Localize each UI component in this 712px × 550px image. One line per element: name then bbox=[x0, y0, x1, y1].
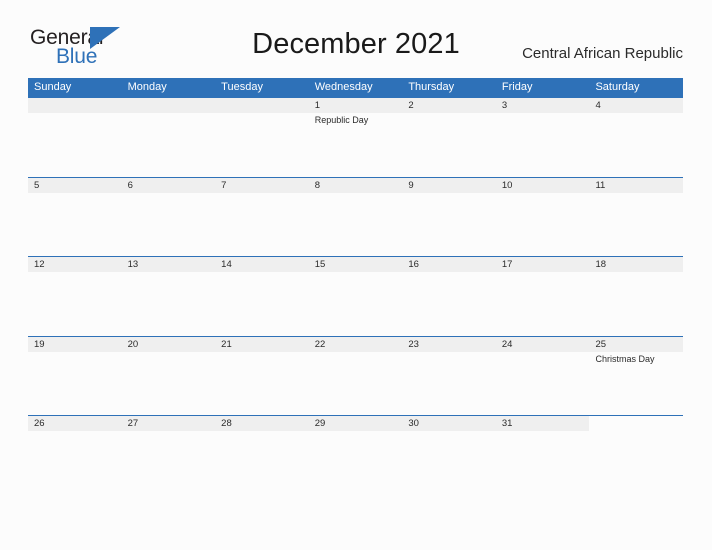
day-number[interactable]: 9 bbox=[402, 178, 496, 193]
day-number[interactable]: 30 bbox=[402, 416, 496, 431]
weekday-header-thursday: Thursday bbox=[408, 81, 455, 93]
country-label: Central African Republic bbox=[522, 45, 683, 62]
day-number[interactable]: 16 bbox=[402, 257, 496, 272]
day-cell[interactable] bbox=[402, 431, 496, 495]
day-cell[interactable] bbox=[122, 113, 216, 177]
day-number[interactable]: 21 bbox=[215, 337, 309, 352]
day-cell[interactable] bbox=[122, 193, 216, 257]
day-cell[interactable] bbox=[589, 193, 683, 257]
day-number[interactable]: 2 bbox=[402, 98, 496, 113]
day-cell[interactable] bbox=[28, 272, 122, 336]
day-cell[interactable] bbox=[402, 193, 496, 257]
day-cell[interactable] bbox=[589, 272, 683, 336]
day-number[interactable] bbox=[589, 416, 684, 431]
day-cell[interactable] bbox=[496, 431, 590, 495]
day-number[interactable] bbox=[122, 98, 216, 113]
day-number[interactable]: 10 bbox=[496, 178, 590, 193]
day-number[interactable]: 31 bbox=[496, 416, 590, 431]
week-date-band: 26 27 28 29 30 31 bbox=[28, 416, 684, 431]
weekday-header-row: Sunday Monday Tuesday Wednesday Thursday… bbox=[28, 78, 683, 97]
day-number[interactable]: 26 bbox=[28, 416, 122, 431]
day-number[interactable] bbox=[28, 98, 122, 113]
event-label: Republic Day bbox=[314, 115, 369, 125]
day-cell[interactable] bbox=[496, 113, 590, 177]
week-date-band: 5 6 7 8 9 10 11 bbox=[28, 177, 683, 193]
day-cell[interactable] bbox=[402, 272, 496, 336]
event-label: Christmas Day bbox=[595, 353, 655, 364]
day-cell[interactable] bbox=[589, 431, 683, 495]
day-number[interactable]: 15 bbox=[309, 257, 403, 272]
week-date-band: 1 2 3 4 bbox=[28, 98, 683, 113]
weekday-header-wednesday: Wednesday bbox=[314, 81, 373, 93]
day-cell[interactable] bbox=[122, 431, 216, 495]
weekday-header-tuesday: Tuesday bbox=[221, 81, 263, 93]
week-body-band bbox=[28, 193, 683, 257]
day-cell[interactable]: Republic Day bbox=[309, 113, 403, 177]
day-number[interactable]: 3 bbox=[496, 98, 590, 113]
week-body-band bbox=[28, 272, 683, 336]
day-number[interactable]: 5 bbox=[28, 178, 122, 193]
weekday-header-saturday: Saturday bbox=[595, 81, 640, 93]
day-cell[interactable] bbox=[28, 193, 122, 257]
day-cell[interactable] bbox=[309, 431, 403, 495]
day-number[interactable]: 29 bbox=[309, 416, 403, 431]
week-row: 5 6 7 8 9 10 11 bbox=[28, 176, 683, 257]
day-cell[interactable] bbox=[402, 113, 496, 177]
day-cell[interactable] bbox=[122, 272, 216, 336]
day-number[interactable] bbox=[215, 98, 309, 113]
week-body-band: Christmas Day bbox=[28, 352, 683, 416]
day-number[interactable]: 7 bbox=[215, 178, 309, 193]
day-cell[interactable] bbox=[496, 272, 590, 336]
day-cell[interactable] bbox=[28, 352, 122, 416]
weekday-header-friday: Friday bbox=[501, 81, 533, 93]
day-number[interactable]: 19 bbox=[28, 337, 122, 352]
day-number[interactable]: 17 bbox=[496, 257, 590, 272]
day-cell[interactable] bbox=[215, 272, 309, 336]
week-row: 19 20 21 22 23 24 25 Christmas Day bbox=[28, 335, 683, 416]
day-number[interactable]: 8 bbox=[309, 178, 403, 193]
day-number[interactable]: 28 bbox=[215, 416, 309, 431]
day-cell[interactable] bbox=[28, 431, 122, 495]
day-number[interactable]: 22 bbox=[309, 337, 403, 352]
day-number[interactable]: 27 bbox=[122, 416, 216, 431]
day-number[interactable]: 11 bbox=[589, 178, 683, 193]
day-cell[interactable] bbox=[496, 193, 590, 257]
day-cell[interactable] bbox=[589, 113, 683, 177]
day-cell[interactable] bbox=[28, 113, 122, 177]
week-body-band bbox=[28, 431, 683, 495]
day-cell[interactable] bbox=[402, 352, 496, 416]
day-cell[interactable] bbox=[215, 352, 309, 416]
calendar-grid: Sunday Monday Tuesday Wednesday Thursday… bbox=[28, 78, 684, 495]
weekday-header-monday: Monday bbox=[127, 81, 167, 93]
day-number[interactable]: 12 bbox=[28, 257, 122, 272]
day-cell[interactable] bbox=[309, 193, 403, 257]
week-body-band: Republic Day bbox=[28, 113, 683, 177]
day-cell[interactable] bbox=[309, 272, 403, 336]
day-number[interactable]: 24 bbox=[496, 337, 590, 352]
weekday-header-sunday: Sunday bbox=[34, 81, 72, 93]
day-number[interactable]: 4 bbox=[589, 98, 683, 113]
day-cell[interactable] bbox=[215, 113, 309, 177]
day-number[interactable]: 20 bbox=[122, 337, 216, 352]
day-number[interactable]: 1 bbox=[309, 98, 403, 113]
day-number[interactable]: 14 bbox=[215, 257, 309, 272]
week-date-band: 19 20 21 22 23 24 25 bbox=[28, 336, 683, 352]
day-cell[interactable] bbox=[215, 431, 309, 495]
week-row: 12 13 14 15 16 17 18 bbox=[28, 256, 683, 336]
day-number[interactable]: 23 bbox=[402, 337, 496, 352]
day-number[interactable]: 6 bbox=[122, 178, 216, 193]
day-cell[interactable]: Christmas Day bbox=[589, 352, 683, 416]
week-row: 1 2 3 4 Republic Day bbox=[28, 97, 683, 177]
page-header: General Blue December 2021 Central Afric… bbox=[0, 0, 712, 68]
day-number[interactable]: 13 bbox=[122, 257, 216, 272]
week-date-band: 12 13 14 15 16 17 18 bbox=[28, 257, 683, 272]
day-cell[interactable] bbox=[122, 352, 216, 416]
day-cell[interactable] bbox=[215, 193, 309, 257]
day-number[interactable]: 25 bbox=[589, 337, 683, 352]
day-cell[interactable] bbox=[496, 352, 590, 416]
week-row: 26 27 28 29 30 31 bbox=[28, 415, 684, 495]
day-cell[interactable] bbox=[309, 352, 403, 416]
day-number[interactable]: 18 bbox=[589, 257, 683, 272]
